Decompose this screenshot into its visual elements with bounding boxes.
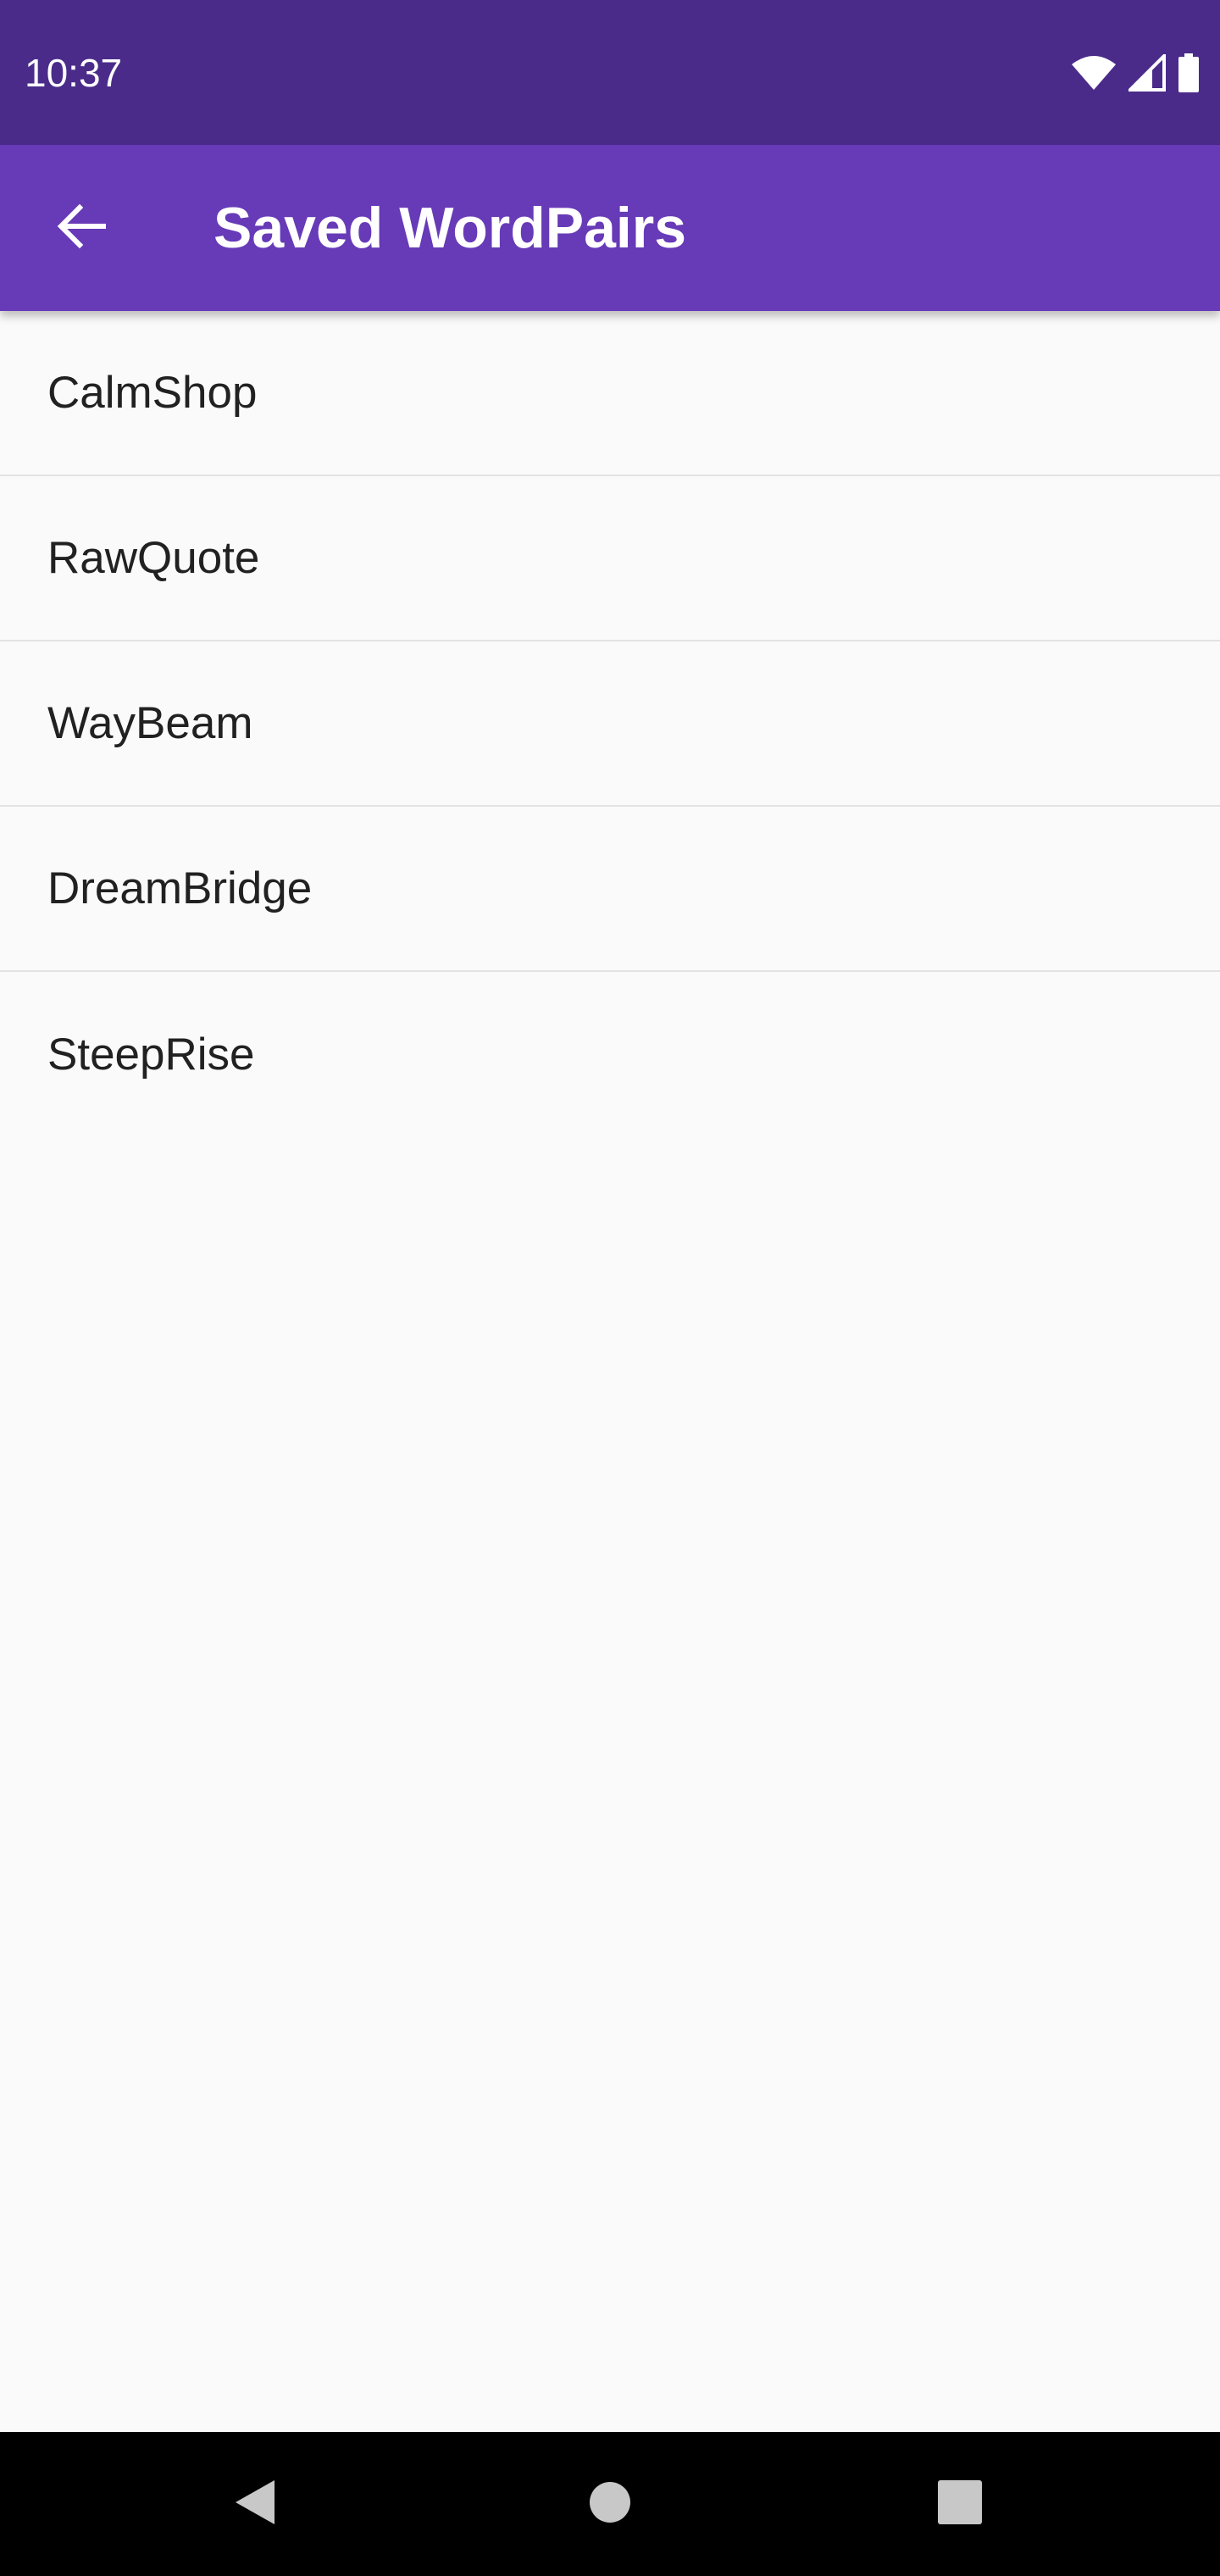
list-item-label: RawQuote <box>47 533 260 583</box>
status-time: 10:37 <box>25 51 123 95</box>
back-button[interactable] <box>41 187 122 269</box>
app-bar: Saved WordPairs <box>0 145 1220 311</box>
home-circle-icon <box>588 2480 632 2529</box>
nav-recents-button[interactable] <box>918 2462 1002 2546</box>
list-item-label: WayBeam <box>47 698 253 748</box>
back-triangle-icon <box>230 2477 278 2532</box>
list-item-label: CalmShop <box>47 368 258 418</box>
arrow-back-icon <box>54 199 108 258</box>
battery-icon <box>1178 53 1200 92</box>
nav-home-button[interactable] <box>568 2462 652 2546</box>
status-bar: 10:37 <box>0 0 1220 145</box>
list-item-label: DreamBridge <box>47 863 313 913</box>
recents-square-icon <box>937 2479 983 2529</box>
page-title: Saved WordPairs <box>214 196 687 260</box>
status-icons <box>1071 53 1200 93</box>
nav-back-button[interactable] <box>212 2462 297 2546</box>
wifi-icon <box>1071 54 1117 92</box>
list-item[interactable]: SteepRise <box>0 972 1220 1137</box>
list-item[interactable]: DreamBridge <box>0 807 1220 972</box>
navigation-bar <box>0 2432 1220 2576</box>
list-item-label: SteepRise <box>47 1030 255 1080</box>
list-item[interactable]: RawQuote <box>0 476 1220 641</box>
list-item[interactable]: CalmShop <box>0 311 1220 476</box>
list-item[interactable]: WayBeam <box>0 641 1220 807</box>
saved-wordpairs-list: CalmShop RawQuote WayBeam DreamBridge St… <box>0 311 1220 1137</box>
cellular-signal-icon <box>1128 54 1166 92</box>
